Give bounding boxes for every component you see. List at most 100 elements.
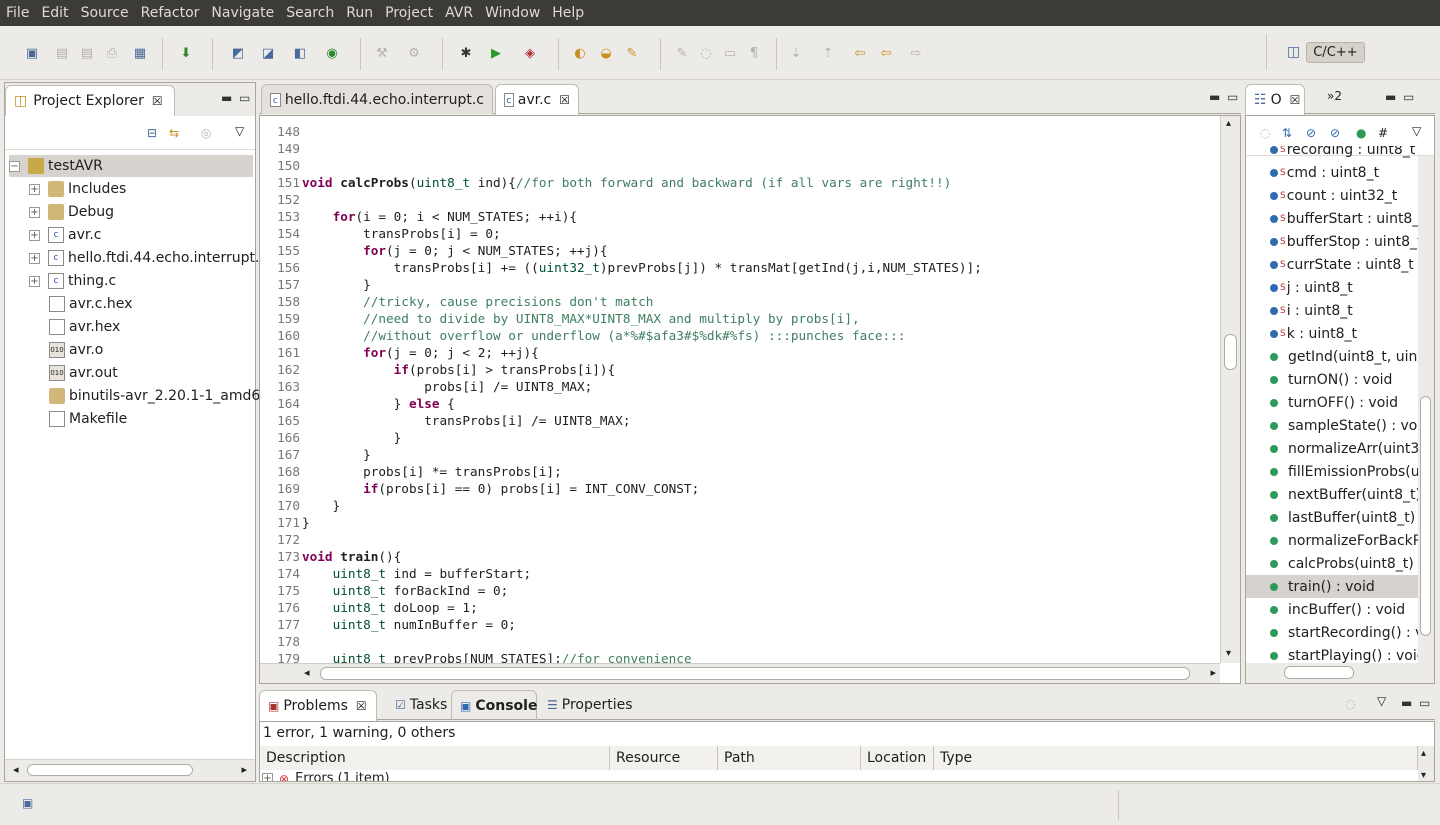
print-icon[interactable]: ⎙	[102, 43, 122, 63]
code-line[interactable]: 179 uint8_t prevProbs[NUM_STATES];//for …	[266, 650, 1218, 663]
menu-source[interactable]: Source	[81, 5, 129, 21]
code-line[interactable]: 178	[266, 633, 1218, 650]
tab-problems[interactable]: ▣ Problems ☒	[259, 690, 377, 721]
tab-tasks[interactable]: ☑ Tasks	[387, 690, 449, 720]
fast-view-icon[interactable]: ▣	[22, 796, 33, 810]
outline-item[interactable]: fillEmissionProbs(uint	[1246, 460, 1418, 483]
code-line[interactable]: 151 void calcProbs(uint8_t ind){//for bot…	[266, 174, 1218, 191]
view-menu-icon[interactable]: ▽	[1377, 694, 1386, 708]
minimize-icon[interactable]: ▬	[221, 91, 232, 105]
outline-item[interactable]: turnON() : void	[1246, 368, 1418, 391]
hide-nonpublic-icon[interactable]: ●	[1356, 126, 1366, 140]
code-line[interactable]: 148	[266, 123, 1218, 140]
outline-item[interactable]: SbufferStop : uint8_t	[1246, 230, 1418, 253]
code-line[interactable]: 155 for(j = 0; j < NUM_STATES; ++j){	[266, 242, 1218, 259]
block-select-icon[interactable]: ▭	[720, 43, 740, 63]
tab-outline[interactable]: ☷ O ☒	[1245, 84, 1305, 115]
toggle-mark-icon[interactable]: ◌	[696, 43, 716, 63]
outline-item[interactable]: nextBuffer(uint8_t)	[1246, 483, 1418, 506]
code-line[interactable]: 159 //need to divide by UINT8_MAX*UINT8_…	[266, 310, 1218, 327]
menu-edit[interactable]: Edit	[41, 5, 68, 21]
outline-hscroll[interactable]	[1246, 663, 1434, 683]
code-line[interactable]: 162 if(probs[i] > transProbs[i]){	[266, 361, 1218, 378]
code-line[interactable]: 165 transProbs[i] /= UINT8_MAX;	[266, 412, 1218, 429]
hide-static-icon[interactable]: ⊘	[1330, 126, 1340, 140]
new-c-project-icon[interactable]: ◩	[228, 43, 248, 63]
last-edit-icon[interactable]: ⇦	[850, 43, 870, 63]
close-icon[interactable]: ☒	[356, 699, 367, 713]
problems-vscroll[interactable]: ▴ ▾	[1418, 746, 1434, 781]
code-line[interactable]: 173 void train(){	[266, 548, 1218, 565]
tree-item[interactable]: Makefile	[49, 408, 127, 430]
tree-item[interactable]: + Debug	[29, 201, 114, 223]
code-line[interactable]: 153 for(i = 0; i < NUM_STATES; ++i){	[266, 208, 1218, 225]
menu-avr[interactable]: AVR	[445, 5, 473, 21]
code-line[interactable]: 170 }	[266, 497, 1218, 514]
editor-hscroll[interactable]: ◂ ▸	[260, 663, 1220, 683]
expand-icon[interactable]: +	[29, 275, 40, 287]
perspective-cpp-button[interactable]: C/C++	[1306, 41, 1365, 63]
show-whitespace-icon[interactable]: ¶	[744, 43, 764, 63]
more-views-button[interactable]: »2	[1327, 89, 1342, 103]
column-header[interactable]: Resource	[610, 746, 718, 770]
outline-item[interactable]: Scount : uint32_t	[1246, 184, 1418, 207]
new-source-file-icon[interactable]: ◧	[290, 43, 310, 63]
outline-item[interactable]: getInd(uint8_t, uint8_t, uint8_t)	[1246, 345, 1418, 368]
tree-item[interactable]: avr.c.hex	[49, 293, 132, 315]
code-line[interactable]: 164 } else {	[266, 395, 1218, 412]
filter-icon[interactable]: ◌	[1345, 697, 1355, 711]
outline-item[interactable]: calcProbs(uint8_t)	[1246, 552, 1418, 575]
outline-item[interactable]: startPlaying() : void	[1246, 644, 1418, 663]
tree-item[interactable]: + c hello.ftdi.44.echo.interrupt.c	[29, 247, 267, 269]
expand-icon[interactable]: +	[29, 229, 40, 241]
open-folder-icon[interactable]: ◒	[596, 43, 616, 63]
code-line[interactable]: 174 uint8_t ind = bufferStart;	[266, 565, 1218, 582]
errors-row[interactable]: + ⊗ Errors (1 item)	[262, 771, 390, 781]
open-element-icon[interactable]: ◐	[570, 43, 590, 63]
outline-item[interactable]: normalizeForBackProbs	[1246, 529, 1418, 552]
external-tools-icon[interactable]: ◈	[520, 43, 540, 63]
outline-item[interactable]: train() : void	[1246, 575, 1418, 598]
menu-refactor[interactable]: Refactor	[141, 5, 200, 21]
tree-item[interactable]: + Includes	[29, 178, 126, 200]
tab-console[interactable]: ▣ Console	[451, 690, 537, 720]
maximize-icon[interactable]: ▭	[1403, 90, 1414, 104]
link-editor-icon[interactable]: ⇆	[169, 126, 179, 140]
menu-run[interactable]: Run	[346, 5, 373, 21]
minimize-icon[interactable]: ▬	[1209, 90, 1220, 104]
outline-item[interactable]: Sk : uint8_t	[1246, 322, 1418, 345]
filter-icon[interactable]: ◎	[201, 126, 211, 140]
menu-search[interactable]: Search	[286, 5, 334, 21]
tab-hello-ftdi[interactable]: c hello.ftdi.44.echo.interrupt.c	[261, 84, 493, 114]
close-icon[interactable]: ☒	[559, 93, 570, 107]
minimize-icon[interactable]: ▬	[1385, 90, 1396, 104]
column-header[interactable]: Type	[934, 746, 1418, 770]
back-icon[interactable]: ⇦	[876, 43, 896, 63]
outline-item[interactable]: sampleState() : void	[1246, 414, 1418, 437]
outline-item[interactable]: normalizeArr(uint32_t	[1246, 437, 1418, 460]
close-icon[interactable]: ☒	[152, 94, 163, 108]
tree-item[interactable]: + c avr.c	[29, 224, 101, 246]
code-line[interactable]: 158 //tricky, cause precisions don't mat…	[266, 293, 1218, 310]
tab-avr-c[interactable]: c avr.c ☒	[495, 84, 579, 115]
outline-item[interactable]: Scmd : uint8_t	[1246, 161, 1418, 184]
menu-navigate[interactable]: Navigate	[211, 5, 274, 21]
code-line[interactable]: 150	[266, 157, 1218, 174]
avr-upload-icon[interactable]: ⬇	[176, 43, 196, 63]
debug-icon[interactable]: ✱	[456, 43, 476, 63]
collapse-all-icon[interactable]: ⊟	[147, 126, 157, 140]
outline-item[interactable]: Si : uint8_t	[1246, 299, 1418, 322]
expand-icon[interactable]: +	[262, 773, 273, 781]
code-line[interactable]: 161 for(j = 0; j < 2; ++j){	[266, 344, 1218, 361]
tree-item[interactable]: avr.hex	[49, 316, 120, 338]
outline-item[interactable]: incBuffer() : void	[1246, 598, 1418, 621]
outline-vscroll[interactable]	[1418, 156, 1434, 663]
hide-fields-icon[interactable]: ⊘	[1306, 126, 1316, 140]
code-line[interactable]: 176 uint8_t doLoop = 1;	[266, 599, 1218, 616]
code-line[interactable]: 152	[266, 191, 1218, 208]
code-line[interactable]: 168 probs[i] *= transProbs[i];	[266, 463, 1218, 480]
code-line[interactable]: 172	[266, 531, 1218, 548]
editor-vscroll[interactable]: ▴ ▾	[1220, 116, 1240, 663]
save-icon[interactable]: ▤	[52, 43, 72, 63]
hide-macros-icon[interactable]: #	[1378, 126, 1388, 140]
